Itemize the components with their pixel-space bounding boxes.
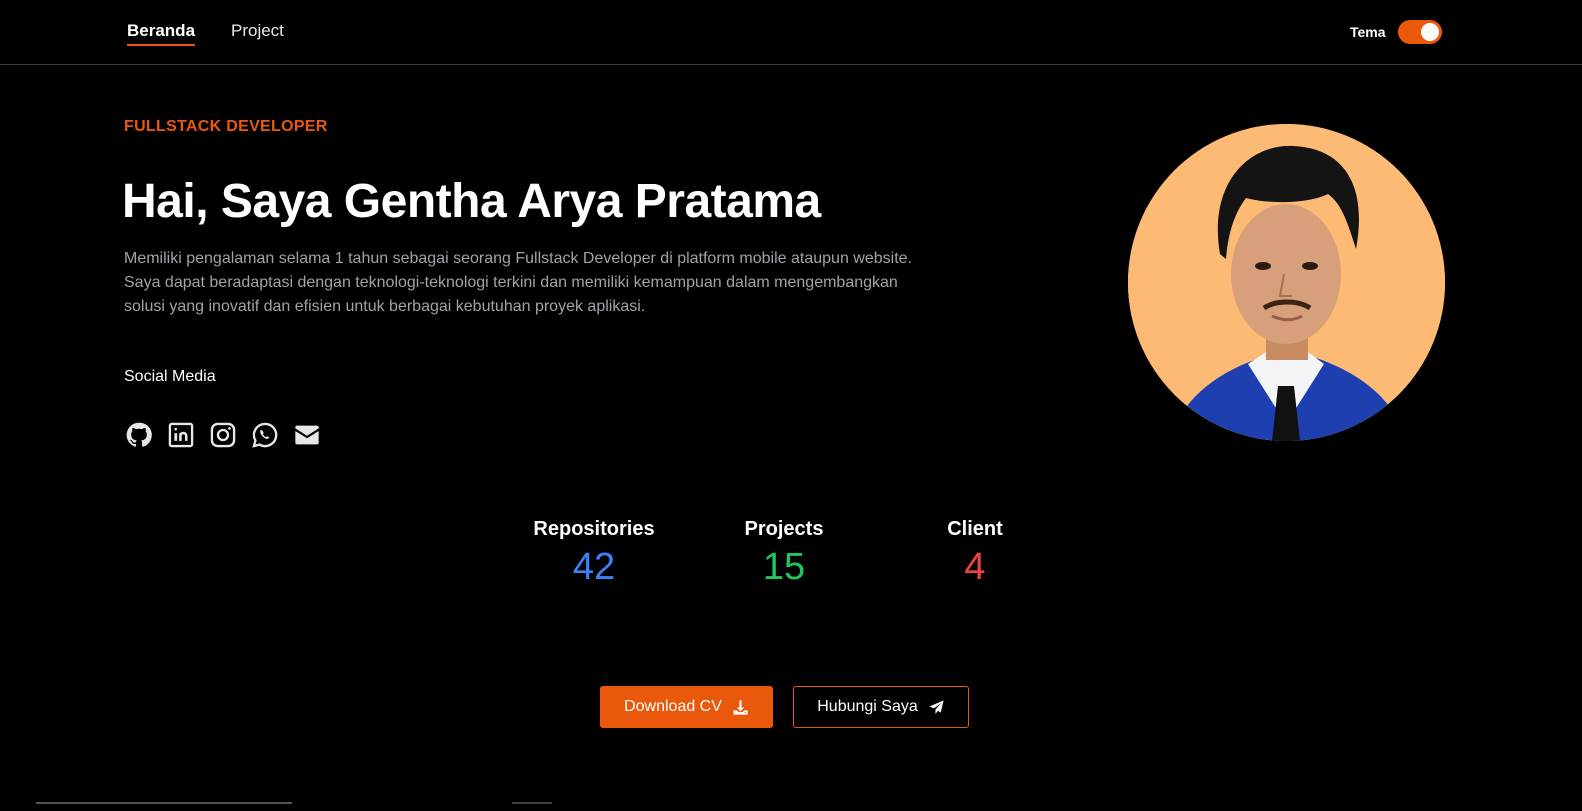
stat-repositories: Repositories 42 — [514, 516, 674, 590]
linkedin-icon[interactable] — [166, 420, 196, 450]
bottom-divider — [36, 802, 292, 804]
stat-value: 15 — [762, 546, 806, 588]
toggle-knob — [1421, 23, 1439, 41]
contact-button[interactable]: Hubungi Saya — [793, 686, 969, 728]
bottom-divider — [512, 802, 552, 804]
stat-label: Repositories — [533, 518, 655, 540]
send-icon — [929, 699, 944, 714]
nav-link-beranda[interactable]: Beranda — [127, 21, 196, 46]
role-eyebrow: FULLSTACK DEVELOPER — [124, 118, 328, 135]
stat-label: Projects — [744, 518, 824, 540]
stats-section: Repositories 42 Projects 15 Client 4 — [0, 516, 1582, 596]
stat-client: Client 4 — [895, 516, 1055, 590]
download-cv-label: Download CV — [624, 698, 722, 715]
whatsapp-icon[interactable] — [250, 420, 280, 450]
instagram-icon[interactable] — [208, 420, 238, 450]
github-icon[interactable] — [124, 420, 154, 450]
social-links — [124, 420, 322, 450]
theme-label: Tema — [1350, 24, 1386, 40]
theme-toggle[interactable] — [1398, 20, 1442, 44]
social-media-label: Social Media — [124, 368, 216, 385]
navbar: Beranda Project Tema — [0, 0, 1582, 65]
email-icon[interactable] — [292, 420, 322, 450]
hero-title: Hai, Saya Gentha Arya Pratama — [122, 175, 821, 228]
stat-projects: Projects 15 — [704, 516, 864, 590]
stat-value: 4 — [964, 546, 986, 588]
contact-label: Hubungi Saya — [817, 698, 918, 715]
profile-photo — [1128, 124, 1445, 441]
nav-link-project[interactable]: Project — [231, 21, 284, 44]
stat-label: Client — [947, 518, 1003, 540]
download-icon — [733, 699, 748, 715]
download-cv-button[interactable]: Download CV — [600, 686, 773, 728]
hero-description: Memiliki pengalaman selama 1 tahun sebag… — [124, 250, 912, 315]
stat-value: 42 — [572, 546, 616, 588]
